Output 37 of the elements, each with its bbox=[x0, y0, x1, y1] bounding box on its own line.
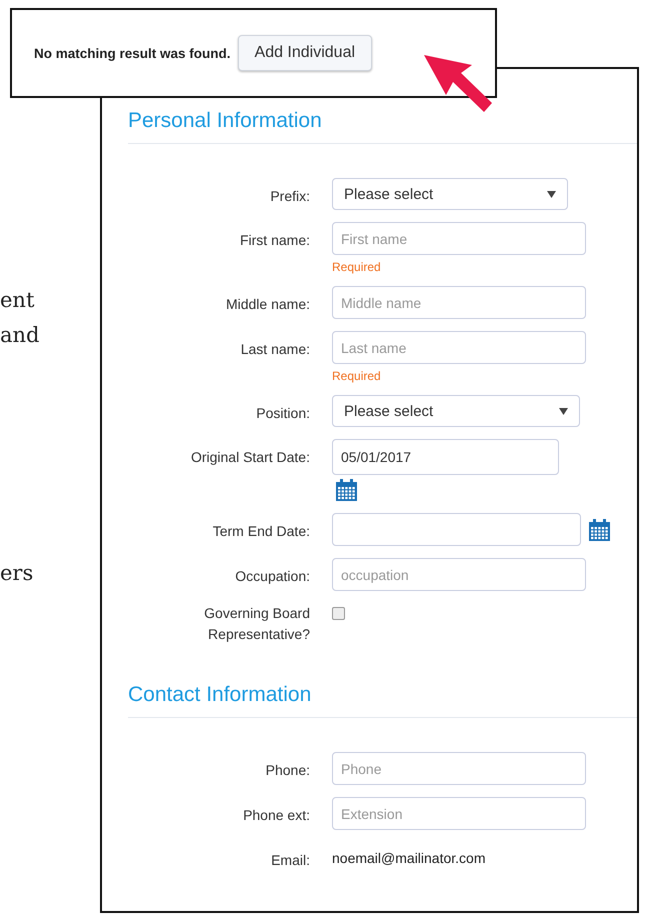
field-label: Phone ext: bbox=[243, 807, 310, 823]
input-field[interactable]: occupation bbox=[332, 558, 586, 591]
date-field[interactable]: 05/01/2017 bbox=[332, 439, 559, 475]
dropdown[interactable]: Please select bbox=[332, 395, 580, 427]
section-heading: Personal Information bbox=[128, 109, 323, 133]
field-label: Email: bbox=[271, 852, 310, 868]
field-label: Occupation: bbox=[235, 568, 310, 584]
field-label: Term End Date: bbox=[212, 523, 310, 539]
caret-icon bbox=[547, 190, 556, 198]
document-text: ent bbox=[0, 288, 34, 312]
document-text: and bbox=[0, 323, 40, 347]
result-message: No matching result was found. bbox=[34, 46, 231, 60]
field-label: Original Start Date: bbox=[190, 449, 310, 465]
field-label: Phone: bbox=[266, 762, 310, 778]
field-label: Middle name: bbox=[226, 296, 310, 312]
field-label: Position: bbox=[256, 405, 310, 421]
document-text: ers bbox=[0, 561, 34, 585]
input-field[interactable]: Extension bbox=[332, 797, 586, 830]
field-label: Last name: bbox=[240, 341, 310, 357]
caret-icon bbox=[559, 408, 568, 414]
field-label: First name: bbox=[240, 232, 310, 248]
add-individual-button[interactable]: Add Individual bbox=[238, 35, 372, 71]
input-field[interactable]: Phone bbox=[332, 752, 586, 785]
dropdown[interactable]: Please select bbox=[332, 178, 568, 210]
calendar-icon[interactable] bbox=[589, 518, 610, 540]
field-label: Prefix: bbox=[270, 188, 310, 204]
input-field[interactable]: First name bbox=[332, 222, 586, 255]
required-hint: Required bbox=[332, 369, 382, 383]
email-value: noemail@mailinator.com bbox=[332, 849, 486, 866]
section-heading: Contact Information bbox=[128, 683, 312, 707]
input-field[interactable]: Middle name bbox=[332, 286, 586, 319]
input-field[interactable]: Last name bbox=[332, 331, 586, 364]
calendar-icon[interactable] bbox=[336, 479, 357, 501]
checkbox[interactable] bbox=[332, 607, 345, 620]
date-field[interactable] bbox=[332, 513, 581, 546]
field-label: Governing Board Representative? bbox=[204, 605, 310, 642]
required-hint: Required bbox=[332, 260, 382, 274]
